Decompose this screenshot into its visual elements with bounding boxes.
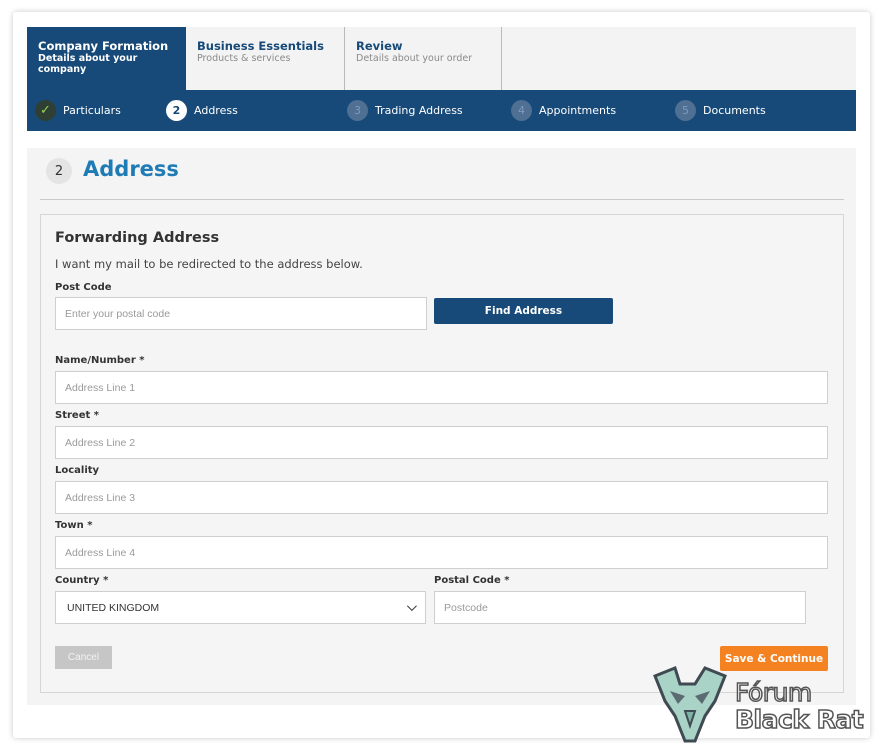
check-icon: ✓ <box>35 100 56 121</box>
step-number: 5 <box>675 100 696 121</box>
find-address-button[interactable]: Find Address <box>434 298 613 324</box>
step-appointments[interactable]: 4 Appointments <box>511 90 616 131</box>
step-number: 2 <box>166 100 187 121</box>
address-line-4-input[interactable] <box>55 536 828 569</box>
tab-subtitle: Products & services <box>197 53 291 64</box>
tab-subtitle: Details about your company <box>38 53 138 75</box>
step-label: Particulars <box>63 104 121 117</box>
country-value: UNITED KINGDOM <box>67 601 160 614</box>
section-description: I want my mail to be redirected to the a… <box>55 257 363 271</box>
postal-code-label: Postal Code * <box>434 575 510 586</box>
street-label: Street * <box>55 410 99 421</box>
divider <box>40 199 844 200</box>
progress-steps: ✓ Particulars 2 Address 3 Trading Addres… <box>27 90 856 131</box>
step-particulars[interactable]: ✓ Particulars <box>35 90 121 131</box>
tab-business-essentials[interactable]: Business Essentials Products & services <box>186 27 344 90</box>
tab-title: Business Essentials <box>197 39 324 53</box>
address-line-3-input[interactable] <box>55 481 828 514</box>
step-label: Appointments <box>539 104 617 117</box>
top-tabs: Company Formation Details about your com… <box>27 27 856 90</box>
tab-review[interactable]: Review Details about your order <box>344 27 502 90</box>
section-title: Forwarding Address <box>55 230 220 246</box>
tab-title: Company Formation <box>38 39 169 53</box>
postcode-label: Post Code <box>55 282 112 293</box>
name-number-label: Name/Number * <box>55 355 145 366</box>
country-select[interactable]: UNITED KINGDOM <box>55 591 426 624</box>
watermark-line-1: Fórum <box>734 677 813 708</box>
country-label: Country * <box>55 575 109 586</box>
chevron-down-icon <box>406 601 417 612</box>
step-address[interactable]: 2 Address <box>166 90 238 131</box>
step-badge: 2 <box>46 158 72 184</box>
tab-company-formation[interactable]: Company Formation Details about your com… <box>27 27 186 90</box>
address-line-2-input[interactable] <box>55 426 828 459</box>
postcode-input[interactable] <box>55 297 427 330</box>
step-trading-address[interactable]: 3 Trading Address <box>347 90 463 131</box>
tab-title: Review <box>356 39 403 53</box>
watermark-line-2: Black Rat <box>734 704 864 735</box>
step-label: Documents <box>703 104 766 117</box>
tab-subtitle: Details about your order <box>356 53 473 64</box>
step-label: Address <box>194 104 238 117</box>
step-label: Trading Address <box>375 104 463 117</box>
step-number: 3 <box>347 100 368 121</box>
step-number: 4 <box>511 100 532 121</box>
locality-label: Locality <box>55 465 100 476</box>
postal-code-input[interactable] <box>434 591 806 624</box>
step-documents[interactable]: 5 Documents <box>675 90 766 131</box>
cancel-button[interactable]: Cancel <box>55 646 112 669</box>
address-line-1-input[interactable] <box>55 371 828 404</box>
page-title: Address <box>83 157 179 181</box>
town-label: Town * <box>55 520 93 531</box>
